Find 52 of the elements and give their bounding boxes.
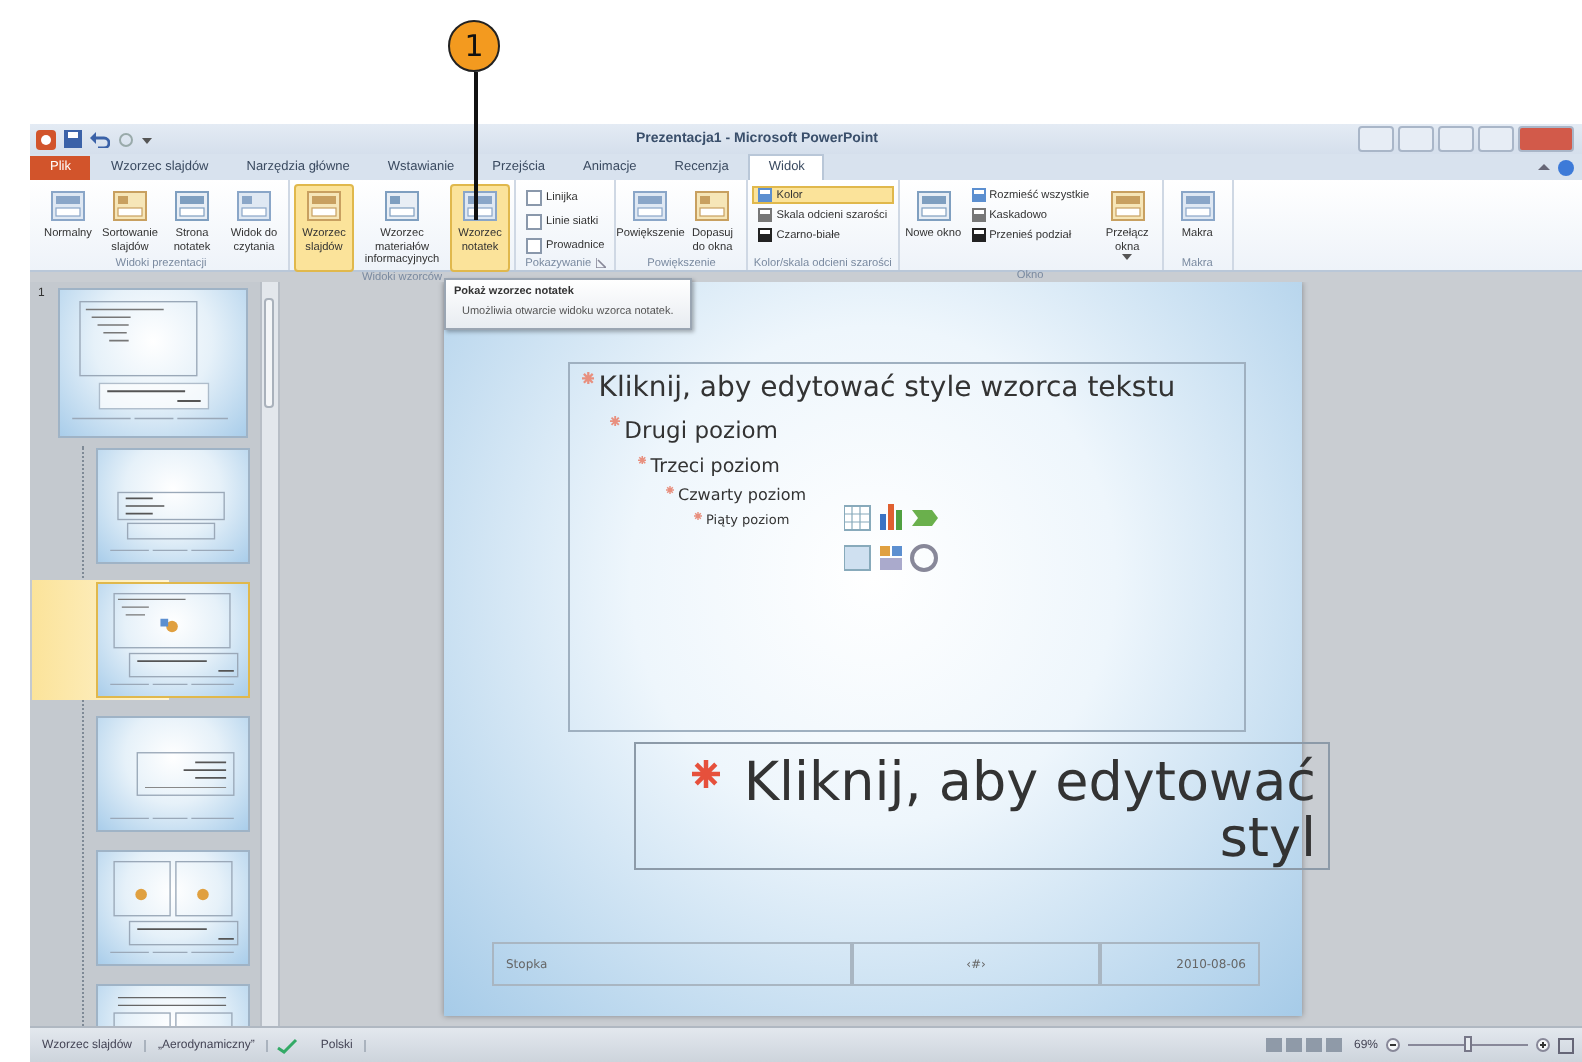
scrollbar[interactable] <box>260 282 280 1026</box>
slider-thumb[interactable] <box>1464 1036 1472 1052</box>
fit-to-window-icon[interactable] <box>1558 1037 1574 1053</box>
minimize-button[interactable] <box>1438 126 1474 152</box>
slide-view-icon <box>236 188 272 224</box>
slide-view-icon <box>1179 188 1216 224</box>
zoom-out-icon[interactable] <box>1386 1038 1400 1052</box>
title-placeholder[interactable]: Kliknij, aby edytować styl <box>634 742 1330 870</box>
app-logo-icon <box>36 129 56 149</box>
maximize-button[interactable] <box>1478 126 1514 152</box>
undo-icon[interactable] <box>90 130 110 148</box>
outline-text: Drugi poziom <box>624 416 778 444</box>
title-text: Kliknij, aby edytować styl <box>741 756 1316 868</box>
outline-text: Trzeci poziom <box>650 456 780 478</box>
slide-view-icon <box>915 188 952 224</box>
small-view-icon <box>758 228 773 242</box>
slide-view-icon <box>174 188 210 224</box>
slide-thumbnail[interactable] <box>96 582 250 698</box>
slide-view-icon <box>1109 188 1146 224</box>
dialog-launcher-icon[interactable] <box>595 258 606 268</box>
small-view-icon <box>971 208 986 222</box>
bullet-icon <box>666 486 674 494</box>
slide-thumbnail[interactable] <box>96 850 250 966</box>
slide-view-icon <box>694 188 731 224</box>
outline-text: Kliknij, aby edytować style wzorca tekstu <box>598 372 1176 404</box>
spellcheck-icon[interactable] <box>276 1037 301 1053</box>
small-view-icon <box>971 188 986 202</box>
bullet-icon <box>694 512 702 520</box>
slide-view-icon <box>632 188 669 224</box>
slide-thumbnail[interactable] <box>96 716 250 832</box>
collapse-ribbon-icon[interactable] <box>1538 162 1550 174</box>
bullet-icon <box>582 372 595 385</box>
outline-text: Czwarty poziom <box>678 486 807 504</box>
bullet-icon <box>692 760 720 788</box>
bullet-icon <box>638 456 647 465</box>
slide-thumbnail[interactable] <box>58 288 248 438</box>
slide-view-icon <box>306 188 342 224</box>
bullet-icon <box>610 416 621 427</box>
save-icon[interactable] <box>64 130 82 148</box>
close-button[interactable] <box>1518 126 1574 152</box>
small-view-icon <box>758 208 773 222</box>
checkbox-box[interactable] <box>526 213 542 229</box>
small-view-icon <box>758 188 773 202</box>
checkbox-box[interactable] <box>526 237 542 253</box>
callout-number: 1 <box>448 20 500 72</box>
slide-view-icon <box>50 188 86 224</box>
zoom-in-icon[interactable] <box>1536 1038 1550 1052</box>
slide-view-icon <box>384 188 420 224</box>
slide-view-icon <box>112 188 148 224</box>
slide-thumbnail[interactable] <box>96 448 250 564</box>
small-view-icon <box>971 228 986 242</box>
checkbox-box[interactable] <box>526 189 542 205</box>
